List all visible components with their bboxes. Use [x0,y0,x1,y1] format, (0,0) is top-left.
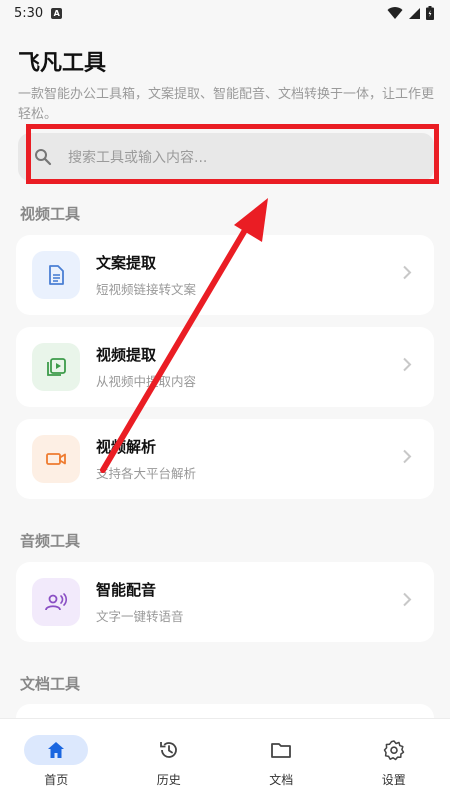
tool-card-text-extract[interactable]: 文案提取 短视频链接转文案 [16,235,434,315]
chevron-right-icon [402,265,412,286]
status-left: 5:30 A [14,5,63,21]
history-icon [137,735,201,765]
card-title: 智能配音 [96,581,157,599]
nav-item-docs[interactable]: 文档 [231,735,331,788]
page-description: 一款智能办公工具箱，文案提取、智能配音、文档转换于一体，让工作更轻松。 [18,87,435,122]
card-text: 智能配音 文字一键转语音 [96,579,184,625]
card-title: 视频提取 [96,346,157,364]
card-subtitle: 从视频中提取内容 [96,374,197,389]
nav-label-settings: 设置 [381,773,406,787]
notification-icon: A [51,7,63,19]
bottom-navigation: 首页 历史 文档 设置 [0,718,450,800]
section-label-video: 视频工具 [20,205,81,223]
card-subtitle: 支持各大平台解析 [96,466,197,481]
card-text: 视频解析 支持各大平台解析 [96,436,196,482]
home-icon [24,735,89,765]
card-subtitle: 文字一键转语音 [96,609,184,624]
battery-icon [426,6,434,20]
gear-icon [362,735,426,765]
video-library-icon [32,343,80,391]
page-title: 飞凡工具 [18,51,107,76]
nav-label-history: 历史 [156,773,181,787]
annotation-highlight-box [26,124,439,184]
nav-item-home[interactable]: 首页 [6,735,106,788]
chevron-right-icon [402,592,412,613]
section-label-docs: 文档工具 [20,675,81,693]
nav-label-docs: 文档 [269,773,294,787]
section-label-audio: 音频工具 [20,532,81,550]
nav-item-history[interactable]: 历史 [119,735,219,788]
card-subtitle: 短视频链接转文案 [96,282,197,297]
nav-label-home: 首页 [44,773,69,787]
status-time: 5:30 [14,5,44,21]
signal-icon [409,7,420,19]
voice-icon [32,578,80,626]
folder-icon [249,735,313,765]
card-title: 视频解析 [96,438,157,456]
status-bar: 5:30 A [0,0,450,26]
tool-card-smart-dubbing[interactable]: 智能配音 文字一键转语音 [16,562,434,642]
card-text: 文案提取 短视频链接转文案 [96,252,196,298]
wifi-icon [387,6,403,19]
card-title: 文案提取 [96,254,157,272]
card-text: 视频提取 从视频中提取内容 [96,344,196,390]
nav-item-settings[interactable]: 设置 [344,735,444,788]
tool-card-video-parse[interactable]: 视频解析 支持各大平台解析 [16,419,434,499]
chevron-right-icon [402,449,412,470]
tool-card-video-extract[interactable]: 视频提取 从视频中提取内容 [16,327,434,407]
chevron-right-icon [402,357,412,378]
document-icon [32,251,80,299]
status-right [387,6,434,20]
video-camera-icon [32,435,80,483]
